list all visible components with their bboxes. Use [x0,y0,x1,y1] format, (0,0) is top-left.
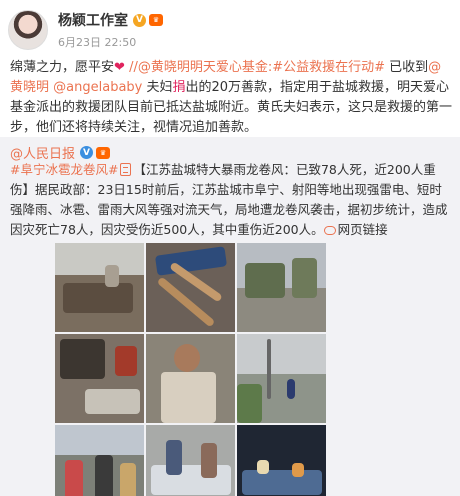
article-icon [120,163,132,176]
repost-text: #阜宁冰雹龙卷风# 【江苏盐城特大暴雨龙卷风：已致78人死，近200人重伤】据民政… [10,162,448,237]
web-link[interactable]: 网页链接 [338,222,388,237]
verified-badge-icon: V [133,13,146,27]
photo-damaged-trees[interactable] [237,243,326,332]
author-name[interactable]: 杨颖工作室 [58,10,128,30]
mention-angelababy[interactable]: @angelababy [53,80,142,95]
topic-tag[interactable]: #阜宁冰雹龙卷风# [10,162,118,177]
avatar[interactable] [8,10,48,50]
post-text: 绵薄之力，愿平安❤ //@黄晓明明天爱心基金:#公益救援在行动# 已收到@黄晓明… [10,60,453,135]
heart-icon: ❤ [114,60,125,75]
repost-chain-link[interactable]: //@黄晓明明天爱心基金:#公益救援在行动# [129,60,385,75]
photo-debris-field[interactable] [55,243,144,332]
photo-injured-man[interactable] [146,334,235,423]
vip-badge-icon: ♛ [149,14,163,26]
post-time[interactable]: 6月23日 22:50 [58,34,163,50]
post-header: 杨颖工作室 V ♛ 6月23日 22:50 [8,10,163,54]
photo-rescue-night[interactable] [237,425,326,496]
photo-street-crowd[interactable] [55,425,144,496]
photo-destroyed-room[interactable] [55,334,144,423]
weibo-post-card: 杨颖工作室 V ♛ 6月23日 22:50 绵薄之力，愿平安❤ //@黄晓明明天… [0,0,460,496]
photo-road-poles[interactable] [237,334,326,423]
link-icon [323,226,336,235]
verified-badge-icon: V [80,146,94,159]
vip-badge-icon: ♛ [96,146,111,159]
photo-hospital-ward[interactable] [146,425,235,496]
photo-collapsed-roof[interactable] [146,243,235,332]
